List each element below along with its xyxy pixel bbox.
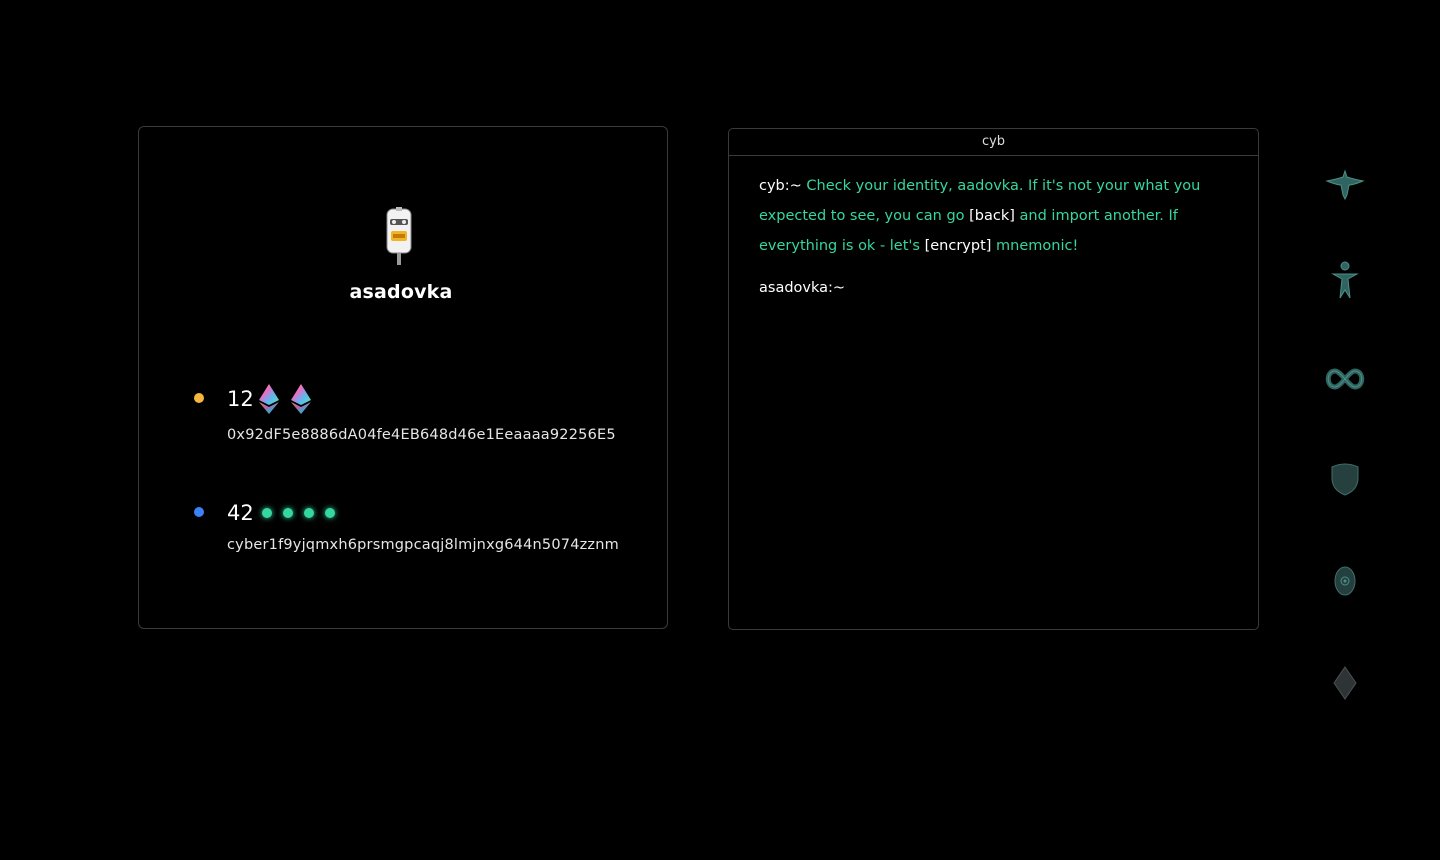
terminal-panel: cyb cyb:~ Check your identity, aadovka. … [728, 128, 1259, 630]
balance-row: 12 [227, 383, 322, 415]
nav-item-person[interactable] [1322, 257, 1368, 303]
terminal-message: cyb:~ Check your identity, aadovka. If i… [759, 171, 1228, 261]
back-command[interactable]: [back] [969, 208, 1015, 224]
eye-icon [1334, 566, 1356, 596]
nav-item-shield[interactable] [1322, 456, 1368, 502]
message-text: mnemonic! [996, 238, 1079, 254]
terminal-title: cyb [729, 129, 1258, 156]
status-dot-icon [194, 393, 204, 403]
cyb-token-icon [282, 508, 293, 518]
identity-card: asadovka 12 0x92dF5e8886dA04fe4EB648d46e… [138, 126, 668, 629]
diamond-icon [1333, 666, 1357, 700]
avatar [386, 207, 412, 265]
username: asadovka [349, 281, 453, 303]
page: asadovka 12 0x92dF5e8886dA04fe4EB648d46e… [0, 0, 1440, 860]
shield-icon [1331, 463, 1359, 496]
cyber-address[interactable]: cyber1f9yjqmxh6prsmgpcaqj8lmjnxg644n5074… [227, 537, 619, 553]
terminal-body: cyb:~ Check your identity, aadovka. If i… [729, 156, 1258, 318]
cyber-balance: 42 [227, 501, 254, 525]
cyb-token-icon [261, 508, 272, 518]
infinity-icon [1325, 368, 1365, 390]
nav-item-eye[interactable] [1322, 558, 1368, 604]
eth-balance: 12 [227, 387, 254, 411]
ethereum-icon [290, 384, 311, 414]
user-prompt[interactable]: asadovka:~ [759, 273, 1228, 303]
nav-item-infinity[interactable] [1322, 356, 1368, 402]
balance-row: 42 [227, 497, 342, 529]
ethereum-icon [258, 384, 279, 414]
status-dot-icon [194, 507, 204, 517]
bird-icon [1325, 169, 1365, 201]
nav-item-diamond[interactable] [1322, 660, 1368, 706]
person-icon [1331, 261, 1359, 299]
eth-address[interactable]: 0x92dF5e8886dA04fe4EB648d46e1Eeaaaa92256… [227, 427, 616, 443]
terminal-prompt: cyb:~ [759, 178, 802, 194]
nav-item-bird[interactable] [1322, 161, 1368, 207]
cyb-token-icon [324, 508, 335, 518]
encrypt-command[interactable]: [encrypt] [925, 238, 992, 254]
cyb-token-icon [303, 508, 314, 518]
